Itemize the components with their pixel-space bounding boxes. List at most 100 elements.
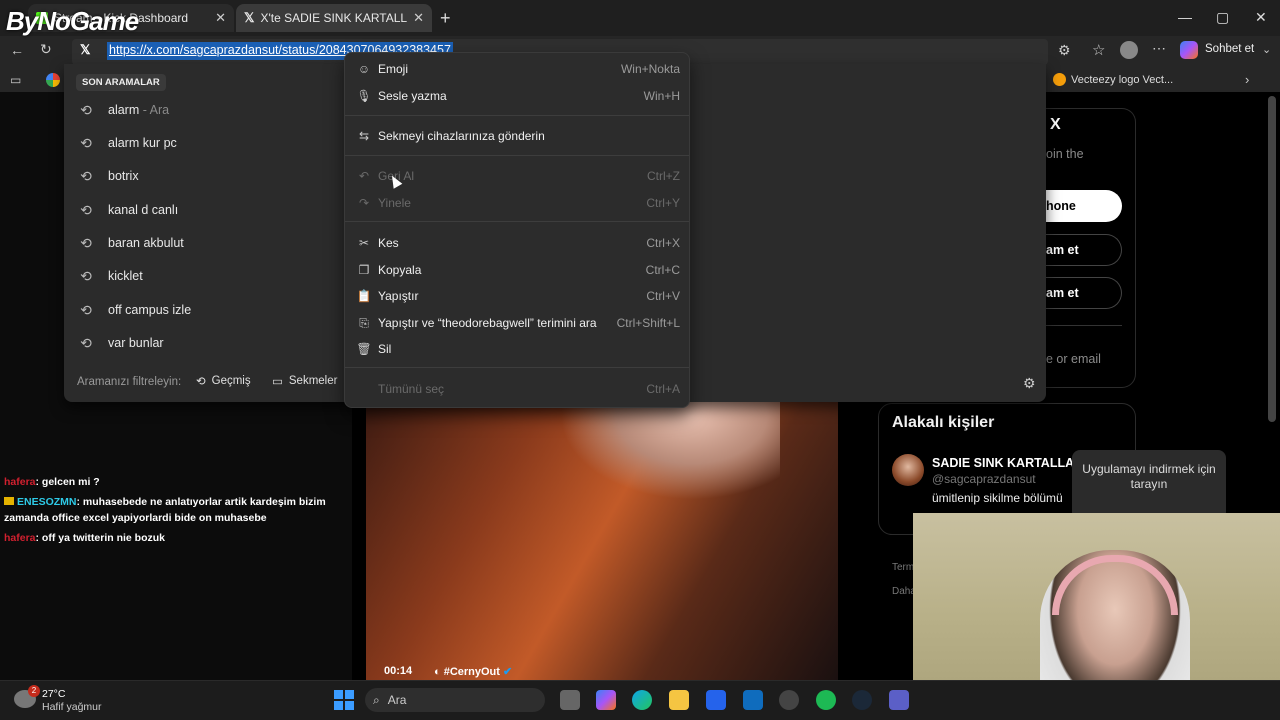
terms-link[interactable]: Term: [892, 562, 914, 573]
store-icon[interactable]: [706, 690, 726, 710]
menu-item-shortcut: Ctrl+Y: [646, 196, 680, 210]
context-menu-item[interactable]: 🎙 Sesle yazma Win+H: [356, 84, 680, 108]
microphone-icon: 🎙: [356, 89, 372, 103]
back-icon[interactable]: ←: [10, 42, 24, 58]
email-login-text[interactable]: e or email: [1046, 352, 1101, 366]
history-item-label: botrix: [108, 169, 139, 183]
profile-avatar[interactable]: [1120, 41, 1138, 59]
filter-history-button[interactable]: ⟲ Geçmiş: [196, 374, 251, 388]
continue-button-2[interactable]: am et: [1044, 277, 1122, 309]
spotify-icon[interactable]: [816, 690, 836, 710]
search-history-item[interactable]: ⟲ kanal d canlı: [78, 198, 348, 222]
history-item-text: baran akbulut: [108, 236, 184, 250]
history-icon: ⟲: [196, 376, 206, 388]
more-options-icon[interactable]: ⋯: [1152, 40, 1166, 57]
badge-icon: [4, 497, 14, 505]
favorites-icon[interactable]: ☆: [1092, 41, 1105, 59]
search-history-item[interactable]: ⟲ alarm kur pc: [78, 131, 348, 155]
copilot-taskbar-icon[interactable]: [596, 690, 616, 710]
maximize-button[interactable]: ▢: [1216, 9, 1229, 26]
search-placeholder: Ara: [387, 693, 407, 707]
related-people-title: Alakalı kişiler: [892, 414, 995, 431]
context-menu-item[interactable]: ☺ Emoji Win+Nokta: [356, 57, 680, 81]
scissors-icon: ✂: [358, 236, 370, 250]
history-item-suffix: - Ara: [139, 103, 170, 117]
windows-logo-part: [334, 701, 343, 710]
taskbar-search[interactable]: ⌕ Ara: [365, 688, 545, 712]
history-item-text: alarm kur pc: [108, 136, 177, 150]
new-tab-button[interactable]: +: [440, 8, 451, 29]
continue-phone-button[interactable]: hone: [1044, 190, 1122, 222]
menu-item-label: Yapıştır ve “theodorebagwell” terimini a…: [378, 316, 597, 330]
weather-temperature[interactable]: 27°C: [42, 688, 65, 700]
teams-icon[interactable]: [889, 690, 909, 710]
search-history-item[interactable]: ⟲ kicklet: [78, 264, 348, 288]
context-menu-item[interactable]: ✂ Kes Ctrl+X: [356, 231, 680, 255]
context-menu-item: ↶ Geri Al Ctrl+Z: [356, 164, 680, 188]
history-icon: ⟲: [80, 234, 92, 251]
history-icon: ⟲: [80, 167, 92, 184]
context-menu-item[interactable]: ⇆ Sekmeyi cihazlarınıza gönderin: [356, 124, 680, 148]
context-menu-item[interactable]: 🗑 Sil: [356, 337, 680, 361]
history-item-label: alarm: [108, 103, 140, 117]
search-history-item[interactable]: ⟲ var bunlar: [78, 331, 348, 355]
menu-item-shortcut: Win+Nokta: [620, 62, 680, 76]
search-history-item[interactable]: ⟲ alarm - Ara: [78, 98, 348, 122]
related-user-handle[interactable]: @sagcaprazdansut: [932, 472, 1072, 486]
x-site-icon: 𝕏: [80, 42, 91, 57]
related-user-bio: ümitlenip sikilme bölümü: [932, 491, 1063, 505]
signup-card-title: X: [1050, 116, 1061, 133]
history-item-label: off campus izle: [108, 303, 192, 317]
steam-icon[interactable]: [852, 690, 872, 710]
menu-separator: [345, 155, 689, 156]
copilot-icon[interactable]: [1180, 41, 1198, 59]
gear-icon[interactable]: ⚙: [1023, 375, 1036, 392]
bookmarks-chevron-icon[interactable]: ›: [1245, 72, 1249, 87]
chat-text: : gelcen mi ?: [35, 476, 100, 488]
filter-tabs-button[interactable]: ▭ Sekmeler: [272, 374, 337, 388]
context-menu-item[interactable]: ❐ Kopyala Ctrl+C: [356, 258, 680, 282]
stream-logo: ByNoGame: [6, 6, 139, 36]
close-tab-icon[interactable]: ✕: [413, 10, 424, 26]
history-item-label: var bunlar: [108, 336, 164, 350]
context-menu-item[interactable]: 📋 Yapıştır Ctrl+V: [356, 284, 680, 308]
google-icon[interactable]: [46, 73, 60, 87]
copilot-chat-label[interactable]: Sohbet et: [1205, 43, 1254, 55]
menu-item-shortcut: Ctrl+C: [645, 263, 680, 277]
start-button[interactable]: [334, 690, 354, 710]
minimize-button[interactable]: —: [1178, 9, 1192, 25]
refresh-icon[interactable]: ↻: [40, 41, 52, 58]
search-history-item[interactable]: ⟲ off campus izle: [78, 298, 348, 322]
history-item-text: var bunlar: [108, 336, 164, 350]
tabs-icon: ▭: [272, 376, 283, 388]
search-history-item[interactable]: ⟲ baran akbulut: [78, 231, 348, 255]
related-user-name[interactable]: SADIE SINK KARTALLARI: [932, 456, 1072, 470]
video-time: 00:14: [384, 665, 413, 677]
extensions-icon[interactable]: ⚙: [1058, 42, 1071, 59]
history-item-text: alarm - Ara: [108, 103, 169, 117]
page-scrollbar[interactable]: [1268, 96, 1276, 422]
menu-item-shortcut: Ctrl+X: [646, 236, 680, 250]
bookmark-vecteezy[interactable]: Vecteezy logo Vect...: [1071, 74, 1173, 86]
copilot-dropdown-icon[interactable]: ⌄: [1262, 43, 1271, 56]
trash-icon: 🗑: [356, 342, 372, 356]
qr-text: Uygulamayı indirmek için tarayın: [1082, 462, 1216, 491]
edge-icon[interactable]: [632, 690, 652, 710]
mail-icon[interactable]: [743, 690, 763, 710]
app-icon[interactable]: [779, 690, 799, 710]
weather-description[interactable]: Hafif yağmur: [42, 701, 102, 713]
close-tab-icon[interactable]: ✕: [215, 10, 226, 26]
file-explorer-icon[interactable]: [669, 690, 689, 710]
context-menu-item[interactable]: ⎘ Yapıştır ve “theodorebagwell” terimini …: [356, 311, 680, 335]
divider: [1046, 325, 1122, 326]
task-view-icon[interactable]: [560, 690, 580, 710]
filter-tabs-label: Sekmeler: [288, 375, 338, 387]
avatar[interactable]: [892, 454, 924, 486]
tab-label: X'te SADIE SINK KARTALLARI‪ms...: [260, 11, 408, 25]
search-history-item[interactable]: ⟲ botrix: [78, 164, 348, 188]
tab-x-status[interactable]: 𝕏 X'te SADIE SINK KARTALLARI‪ms... ✕: [236, 4, 432, 32]
video-hashtag[interactable]: ◐ #CernyOut ✔: [434, 665, 512, 678]
continue-button-1[interactable]: am et: [1044, 234, 1122, 266]
keyboard-icon: ▭: [10, 73, 22, 87]
close-window-button[interactable]: ✕: [1255, 9, 1267, 26]
